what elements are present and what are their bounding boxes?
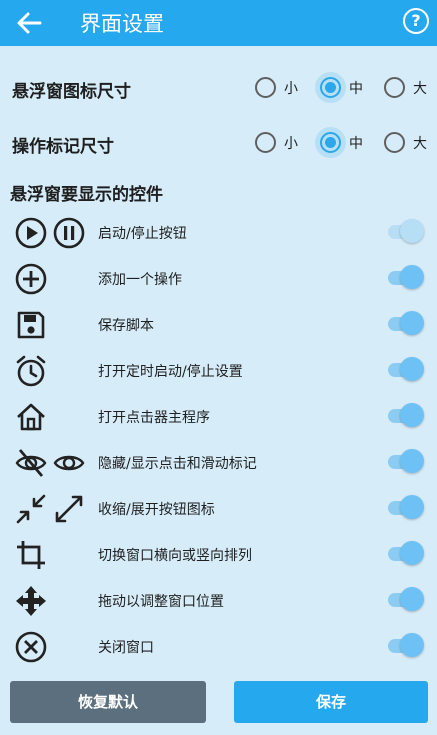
radio-circle — [255, 132, 276, 153]
radio-label: 大 — [413, 135, 427, 152]
add-circle-icon — [15, 263, 47, 295]
control-item-start-stop: 启动/停止按钮 — [0, 210, 437, 254]
toggle-switch[interactable] — [388, 403, 424, 427]
toggle-switch[interactable] — [388, 495, 424, 519]
icon-size-medium-radio[interactable]: 中 — [315, 72, 363, 103]
alarm-icon — [16, 355, 46, 387]
help-icon[interactable]: ? — [403, 8, 429, 34]
radio-label: 小 — [284, 135, 298, 152]
eye-icon — [53, 455, 85, 471]
control-item-orientation: 切换窗口横向或竖向排列 — [0, 532, 437, 576]
control-label: 隐藏/显示点击和滑动标记 — [98, 456, 257, 472]
radio-label: 小 — [284, 80, 298, 97]
radio-circle — [255, 77, 276, 98]
icon-size-large-radio[interactable]: 大 — [384, 77, 427, 98]
icon-size-small-radio[interactable]: 小 — [255, 77, 298, 98]
control-label: 启动/停止按钮 — [98, 226, 187, 242]
radio-label: 中 — [349, 80, 363, 97]
control-item-timer: 打开定时启动/停止设置 — [0, 348, 437, 392]
eye-off-icon — [15, 449, 47, 477]
radio-label: 大 — [413, 80, 427, 97]
marker-size-medium-radio[interactable]: 中 — [315, 127, 363, 158]
radio-circle-selected — [315, 127, 346, 158]
home-icon — [17, 403, 45, 431]
controls-section-title: 悬浮窗要显示的控件 — [10, 185, 163, 205]
control-label: 打开点击器主程序 — [98, 410, 210, 426]
expand-icon — [55, 495, 83, 523]
save-icon — [17, 311, 45, 339]
control-label: 添加一个操作 — [98, 272, 182, 288]
crop-rotate-icon — [17, 541, 45, 569]
control-label: 保存脚本 — [98, 318, 154, 334]
visibility-icon — [14, 446, 86, 480]
toggle-switch[interactable] — [388, 633, 424, 657]
toggle-switch[interactable] — [388, 219, 424, 243]
radio-circle — [384, 77, 405, 98]
control-label: 切换窗口横向或竖向排列 — [98, 548, 252, 564]
play-pause-icon — [14, 216, 86, 250]
control-label: 打开定时启动/停止设置 — [98, 364, 243, 380]
marker-size-large-radio[interactable]: 大 — [384, 132, 427, 153]
move-icon — [16, 586, 46, 616]
marker-size-small-radio[interactable]: 小 — [255, 132, 298, 153]
restore-defaults-button[interactable]: 恢复默认 — [10, 681, 206, 723]
control-label: 关闭窗口 — [98, 640, 154, 656]
marker-size-label: 操作标记尺寸 — [12, 137, 114, 157]
play-icon — [15, 217, 47, 249]
radio-circle-selected — [315, 72, 346, 103]
control-item-close: 关闭窗口 — [0, 624, 437, 668]
back-arrow-icon[interactable] — [14, 9, 44, 37]
page-title: 界面设置 — [80, 12, 164, 36]
toggle-switch[interactable] — [388, 357, 424, 381]
collapse-expand-icon — [14, 492, 86, 526]
control-item-move: 拖动以调整窗口位置 — [0, 578, 437, 622]
control-label: 收缩/展开按钮图标 — [98, 502, 215, 518]
toggle-switch[interactable] — [388, 587, 424, 611]
control-item-add-action: 添加一个操作 — [0, 256, 437, 300]
control-item-save-script: 保存脚本 — [0, 302, 437, 346]
toggle-switch[interactable] — [388, 311, 424, 335]
radio-circle — [384, 132, 405, 153]
control-item-visibility: 隐藏/显示点击和滑动标记 — [0, 440, 437, 484]
control-label: 拖动以调整窗口位置 — [98, 594, 224, 610]
radio-label: 中 — [349, 135, 363, 152]
close-circle-icon — [15, 631, 47, 663]
toggle-switch[interactable] — [388, 265, 424, 289]
control-item-collapse-expand: 收缩/展开按钮图标 — [0, 486, 437, 530]
pause-icon — [53, 217, 85, 249]
icon-size-label: 悬浮窗图标尺寸 — [12, 82, 131, 102]
app-bar: 界面设置 ? — [0, 0, 437, 46]
toggle-switch[interactable] — [388, 541, 424, 565]
save-button[interactable]: 保存 — [234, 681, 428, 723]
control-item-main-app: 打开点击器主程序 — [0, 394, 437, 438]
toggle-switch[interactable] — [388, 449, 424, 473]
collapse-icon — [16, 494, 46, 524]
